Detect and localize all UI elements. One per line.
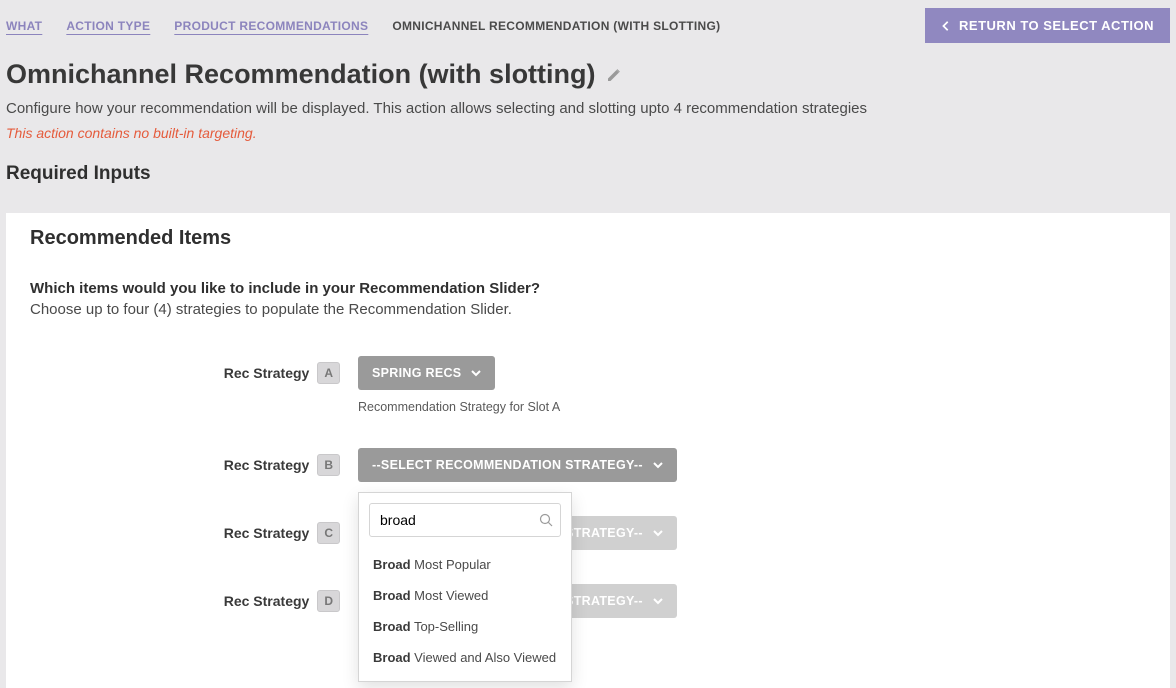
chevron-down-icon: [653, 596, 663, 606]
slot-c: Rec Strategy C --SELECT RECOMMENDATION S…: [30, 516, 1146, 550]
slot-a-badge: A: [317, 362, 340, 384]
chevron-down-icon: [471, 368, 481, 378]
which-items-question: Which items would you like to include in…: [30, 280, 1146, 297]
page-description: Configure how your recommendation will b…: [6, 100, 1170, 117]
slot-a-selected: SPRING RECS: [372, 366, 461, 380]
slot-c-badge: C: [317, 522, 340, 544]
dropdown-option[interactable]: Broad Most Viewed: [359, 580, 571, 611]
slot-a: Rec Strategy A SPRING RECS Recommendatio…: [30, 356, 1146, 414]
slot-d-badge: D: [317, 590, 340, 612]
slot-c-label: Rec Strategy: [224, 525, 310, 541]
chevron-down-icon: [653, 528, 663, 538]
chevron-left-icon: [941, 20, 951, 32]
slot-a-picker[interactable]: SPRING RECS: [358, 356, 495, 390]
slot-d: Rec Strategy D --SELECT RECOMMENDATION S…: [30, 584, 1146, 618]
edit-icon[interactable]: [606, 67, 622, 83]
page-header: Omnichannel Recommendation (with slottin…: [0, 59, 1176, 199]
slot-b-badge: B: [317, 454, 340, 476]
required-inputs-heading: Required Inputs: [6, 163, 1170, 185]
dropdown-option[interactable]: Broad Viewed and Also Viewed: [359, 642, 571, 673]
page-title: Omnichannel Recommendation (with slottin…: [6, 59, 596, 90]
crumb-current: OMNICHANNEL RECOMMENDATION (WITH SLOTTIN…: [392, 19, 720, 33]
targeting-warning: This action contains no built-in targeti…: [6, 125, 1170, 141]
crumb-action-type[interactable]: ACTION TYPE: [66, 19, 150, 33]
strategy-dropdown: Broad Most Popular Broad Most Viewed Bro…: [358, 492, 572, 682]
crumb-product-recs[interactable]: PRODUCT RECOMMENDATIONS: [174, 19, 368, 33]
slot-a-hint: Recommendation Strategy for Slot A: [358, 400, 1146, 414]
dropdown-search: [359, 493, 571, 547]
slot-b-selected: --SELECT RECOMMENDATION STRATEGY--: [372, 458, 643, 472]
slot-a-label: Rec Strategy: [224, 365, 310, 381]
dropdown-option[interactable]: Broad Most Popular: [359, 549, 571, 580]
chevron-down-icon: [653, 460, 663, 470]
breadcrumbs: WHAT ACTION TYPE PRODUCT RECOMMENDATIONS…: [6, 19, 720, 33]
crumb-what[interactable]: WHAT: [6, 19, 42, 33]
recommended-items-panel: Recommended Items Which items would you …: [6, 213, 1170, 688]
dropdown-options: Broad Most Popular Broad Most Viewed Bro…: [359, 547, 571, 681]
slot-b: Rec Strategy B --SELECT RECOMMENDATION S…: [30, 448, 1146, 482]
strategy-slots: Rec Strategy A SPRING RECS Recommendatio…: [30, 356, 1146, 618]
search-icon: [539, 513, 553, 527]
slot-d-label: Rec Strategy: [224, 593, 310, 609]
return-label: RETURN TO SELECT ACTION: [959, 18, 1154, 33]
choose-up-to-four-hint: Choose up to four (4) strategies to popu…: [30, 301, 1146, 318]
dropdown-option[interactable]: Broad Top-Selling: [359, 611, 571, 642]
slot-b-picker[interactable]: --SELECT RECOMMENDATION STRATEGY--: [358, 448, 677, 482]
dropdown-search-input[interactable]: [369, 503, 561, 537]
return-to-select-action-button[interactable]: RETURN TO SELECT ACTION: [925, 8, 1170, 43]
slot-b-label: Rec Strategy: [224, 457, 310, 473]
panel-title: Recommended Items: [30, 227, 1146, 250]
topbar: WHAT ACTION TYPE PRODUCT RECOMMENDATIONS…: [0, 0, 1176, 43]
